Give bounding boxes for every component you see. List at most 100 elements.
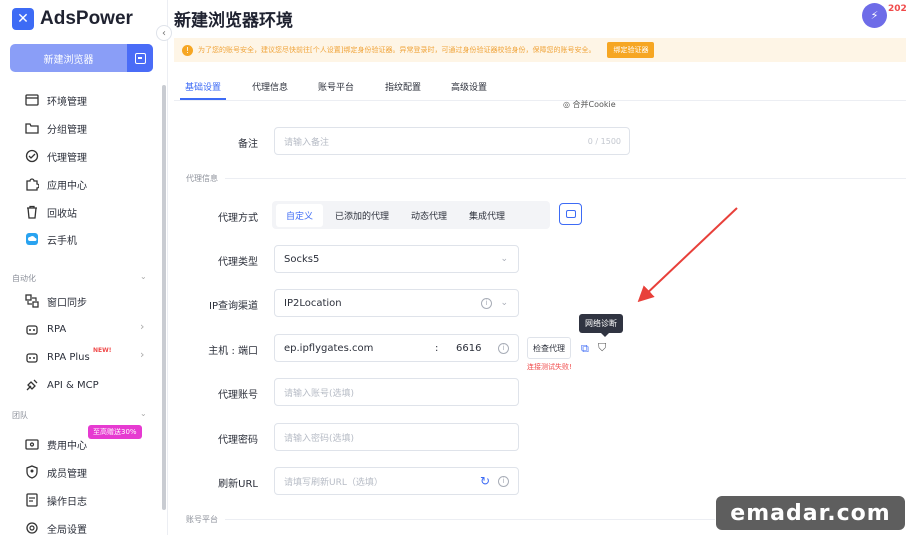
sidebar-item-rpa[interactable]: RPA xyxy=(24,320,66,338)
proxy-shop-button[interactable] xyxy=(559,203,582,225)
divider xyxy=(225,519,715,520)
check-proxy-button[interactable]: 检查代理 xyxy=(527,337,571,359)
globe-icon xyxy=(24,148,40,164)
sidebar-collapse-button[interactable]: ‹ xyxy=(156,25,172,41)
proxy-mode-saved[interactable]: 已添加的代理 xyxy=(325,204,399,227)
sidebar-item-window-sync[interactable]: 窗口同步 xyxy=(24,292,87,310)
network-diagnose-icon[interactable]: ⛉ xyxy=(598,341,606,355)
proxy-account-label: 代理账号 xyxy=(218,390,258,401)
sidebar: ✕ AdsPower 新建浏览器 环境管理 分组管理 代理管理 应用中心 回收站 xyxy=(0,0,168,535)
notice-text: 为了您的账号安全，建议您尽快前往[个人设置]绑定身份验证器。异常登录时，可通过身… xyxy=(198,46,596,54)
host-value[interactable]: ep.ipflygates.com xyxy=(284,343,373,354)
sync-icon xyxy=(24,293,40,309)
batch-create-button[interactable] xyxy=(127,44,153,72)
sidebar-item-proxy[interactable]: 代理管理 xyxy=(24,147,87,165)
puzzle-icon xyxy=(24,176,40,192)
settings-icon xyxy=(24,520,40,535)
new-browser-button[interactable]: 新建浏览器 xyxy=(10,44,153,72)
merge-cookie-label: 合并Cookie xyxy=(572,100,616,109)
sidebar-item-label: 代理管理 xyxy=(47,152,87,164)
tab-basic[interactable]: 基础设置 xyxy=(185,80,221,93)
tab-advanced[interactable]: 高级设置 xyxy=(451,80,487,93)
sidebar-item-api[interactable]: API & MCP xyxy=(24,376,99,394)
sidebar-item-group[interactable]: 分组管理 xyxy=(24,119,87,137)
sidebar-item-label: 回收站 xyxy=(47,208,77,220)
wallet-icon xyxy=(24,436,40,452)
remark-label: 备注 xyxy=(238,139,258,150)
proxy-account-input[interactable]: 请输入账号(选填) xyxy=(274,378,519,406)
app-logo[interactable]: ✕ AdsPower xyxy=(12,8,133,30)
ip-channel-label: IP查询渠道 xyxy=(209,301,258,312)
section-automation: 自动化 xyxy=(12,274,36,283)
proxy-check-error: 连接测试失败! xyxy=(527,363,572,371)
log-icon xyxy=(24,492,40,508)
proxy-password-input[interactable]: 请输入密码(选填) xyxy=(274,423,519,451)
sidebar-item-label: 操作日志 xyxy=(47,496,87,508)
robot-icon xyxy=(24,321,40,337)
sidebar-item-label: RPA Plus xyxy=(47,351,90,363)
tab-platform[interactable]: 账号平台 xyxy=(318,80,354,93)
ip-channel-value: IP2Location xyxy=(284,297,342,309)
sidebar-item-trash[interactable]: 回收站 xyxy=(24,203,77,221)
sidebar-item-apps[interactable]: 应用中心 xyxy=(24,175,87,193)
adspower-logo-icon: ✕ xyxy=(12,8,34,30)
proxy-mode-custom[interactable]: 自定义 xyxy=(276,203,324,227)
sidebar-item-label: 应用中心 xyxy=(47,180,87,192)
chevron-right-icon: › xyxy=(140,320,145,333)
info-icon[interactable]: i xyxy=(498,342,509,354)
refresh-url-label: 刷新URL xyxy=(218,479,258,490)
sidebar-item-label: 云手机 xyxy=(47,235,77,247)
sidebar-item-label: 环境管理 xyxy=(47,96,87,108)
watermark: emadar.com xyxy=(716,496,905,530)
active-tab-indicator xyxy=(180,98,226,100)
chevron-down-icon[interactable]: ⌄ xyxy=(140,272,147,281)
merge-cookie-option[interactable]: ◎ 合并Cookie xyxy=(563,99,616,110)
refresh-icon[interactable]: ↻ xyxy=(480,474,490,488)
chevron-down-icon[interactable]: ⌄ xyxy=(140,409,147,418)
page-title: 新建浏览器环境 xyxy=(174,11,293,31)
sidebar-item-logs[interactable]: 操作日志 xyxy=(24,491,87,509)
host-port-input[interactable]: ep.ipflygates.com : 6616 i xyxy=(274,334,519,362)
security-notice: ! 为了您的账号安全，建议您尽快前往[个人设置]绑定身份验证器。异常登录时，可通… xyxy=(174,38,906,62)
remark-input[interactable]: 请输入备注 0 / 1500 xyxy=(274,127,630,155)
cloud-phone-icon xyxy=(24,231,40,247)
member-icon xyxy=(24,464,40,480)
info-icon[interactable]: i xyxy=(498,475,509,487)
sidebar-item-label: 全局设置 xyxy=(47,524,87,535)
proxy-mode-segmented: 自定义 已添加的代理 动态代理 集成代理 xyxy=(272,201,550,229)
refresh-url-placeholder: 请填写刷新URL（选填） xyxy=(284,477,383,488)
proxy-type-label: 代理类型 xyxy=(218,257,258,268)
promo-badge: 至高赠送30% xyxy=(88,425,142,439)
warning-icon: ! xyxy=(182,44,193,56)
ip-channel-select[interactable]: IP2Location i ⌄ xyxy=(274,289,519,317)
avatar[interactable]: ⚡ xyxy=(862,3,887,28)
plus-box-icon xyxy=(134,52,146,64)
port-value[interactable]: 6616 xyxy=(456,343,481,354)
chevron-down-icon: ⌄ xyxy=(500,254,508,264)
sidebar-item-label: API & MCP xyxy=(47,379,99,391)
proxy-type-select[interactable]: Socks5 ⌄ xyxy=(274,245,519,273)
sidebar-item-label: 窗口同步 xyxy=(47,297,87,309)
proxy-mode-integrated[interactable]: 集成代理 xyxy=(459,204,515,227)
section-team: 团队 xyxy=(12,411,28,420)
proxy-mode-dynamic[interactable]: 动态代理 xyxy=(401,204,457,227)
bag-icon xyxy=(565,210,576,218)
bind-authenticator-button[interactable]: 绑定验证器 xyxy=(607,42,655,58)
sidebar-item-billing[interactable]: 费用中心 xyxy=(24,435,87,453)
sidebar-item-rpa-plus[interactable]: RPA Plus xyxy=(24,348,90,366)
proxy-section-title: 代理信息 xyxy=(186,174,218,183)
event-year-label: 202 xyxy=(888,4,906,14)
sidebar-item-label: RPA xyxy=(47,323,67,335)
tab-bar: 基础设置 代理信息 账号平台 指纹配置 高级设置 xyxy=(174,70,906,101)
info-icon[interactable]: i xyxy=(481,297,492,309)
proxy-mode-label: 代理方式 xyxy=(218,213,258,224)
tab-fingerprint[interactable]: 指纹配置 xyxy=(385,80,421,93)
tab-proxy[interactable]: 代理信息 xyxy=(252,80,288,93)
sidebar-item-env[interactable]: 环境管理 xyxy=(24,91,87,109)
copy-icon[interactable]: ⧉ xyxy=(581,342,589,356)
sidebar-item-cloud-phone[interactable]: 云手机 xyxy=(24,230,77,248)
sidebar-item-members[interactable]: 成员管理 xyxy=(24,463,87,481)
host-port-label: 主机 : 端口 xyxy=(208,346,258,357)
browser-window-icon xyxy=(24,92,40,108)
sidebar-item-settings[interactable]: 全局设置 xyxy=(24,519,87,535)
